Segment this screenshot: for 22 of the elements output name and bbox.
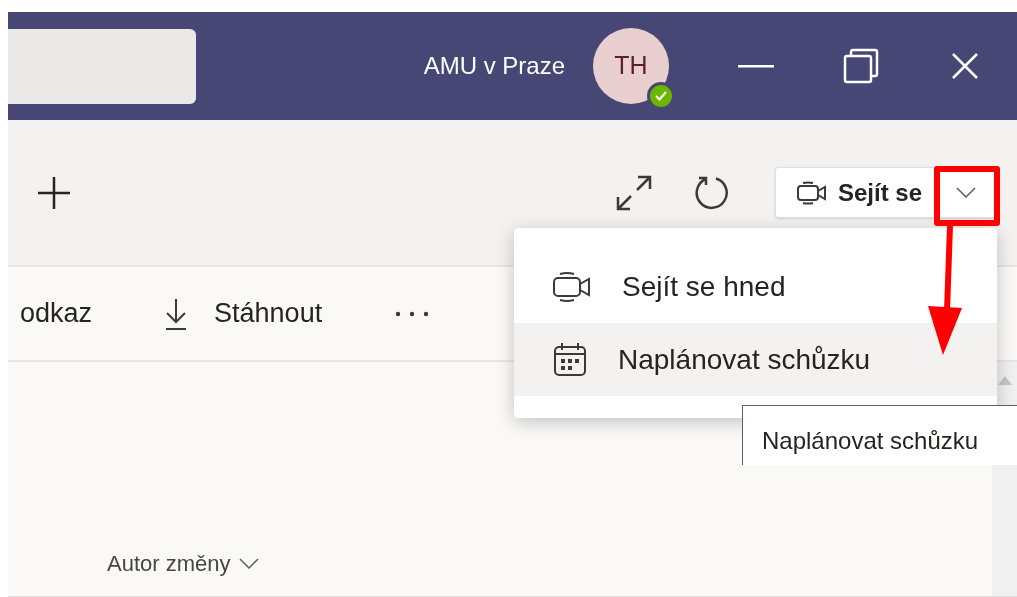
download-button[interactable]: Stáhnout — [164, 293, 323, 334]
check-icon — [655, 91, 667, 101]
expand-icon — [615, 174, 652, 211]
tooltip: Naplánovat schůzku — [742, 405, 1017, 465]
search-field[interactable] — [8, 28, 196, 104]
refresh-icon — [693, 174, 730, 211]
copy-link-button[interactable]: odkaz — [8, 293, 93, 334]
column-header[interactable]: Autor změny — [107, 547, 259, 580]
calendar-icon — [552, 341, 588, 378]
chevron-down-icon — [955, 187, 976, 198]
avatar-initials: TH — [614, 50, 648, 82]
restore-icon — [842, 48, 879, 84]
organization-name: AMU v Praze — [423, 51, 565, 81]
add-icon — [37, 175, 71, 210]
close-icon — [951, 52, 979, 80]
minimize-icon — [737, 64, 774, 68]
video-camera-icon — [795, 178, 828, 207]
download-icon — [164, 297, 189, 330]
more-icon — [395, 310, 430, 317]
menu-item[interactable]: Naplánovat schůzku — [514, 323, 997, 396]
menu-item[interactable]: Sejít se hned — [514, 250, 997, 323]
chevron-down-icon — [238, 558, 259, 569]
